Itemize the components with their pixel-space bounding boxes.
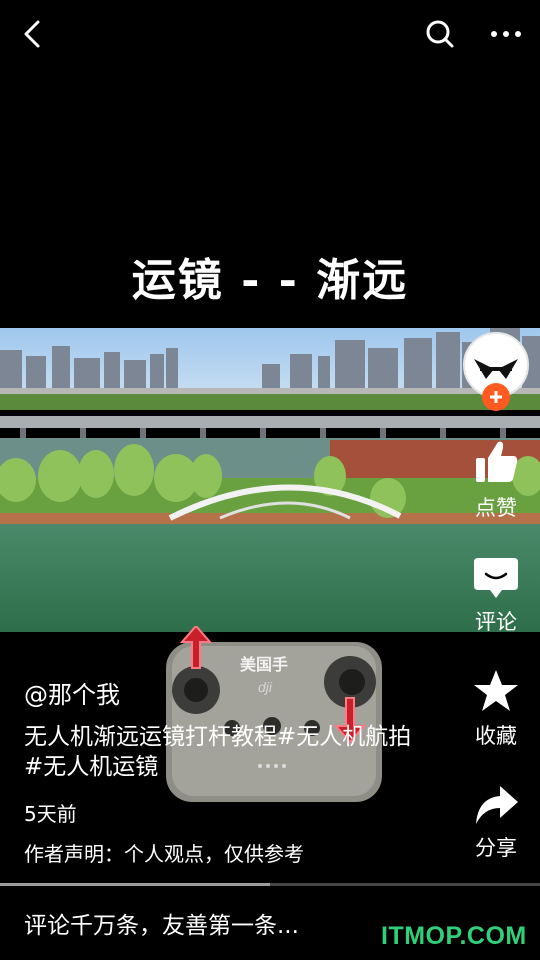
search-button[interactable] (420, 14, 460, 54)
author-avatar[interactable] (462, 331, 530, 417)
share-label: 分享 (475, 836, 517, 860)
comment-label: 评论 (475, 610, 517, 634)
video-title: 运镜 - - 渐远 (131, 255, 409, 306)
star-icon (474, 670, 518, 711)
collect-button[interactable]: 收藏 (462, 668, 530, 750)
like-button[interactable]: 点赞 (462, 438, 530, 522)
author-declaration: 作者声明：个人观点，仅供参考 (24, 842, 304, 866)
author-name[interactable]: @那个我 (24, 675, 120, 710)
video-progress-fill (0, 883, 270, 886)
remote-brand-text: 美国手 (240, 655, 288, 674)
comment-button[interactable]: 评论 (462, 556, 530, 636)
like-label: 点赞 (475, 496, 517, 520)
more-icon (491, 31, 521, 37)
back-button[interactable] (12, 14, 52, 54)
site-watermark: ITMOP.COM (381, 922, 527, 950)
search-icon (426, 20, 454, 48)
plus-icon (490, 391, 502, 403)
post-time: 5天前 (24, 802, 77, 826)
share-arrow-icon (476, 786, 518, 824)
video-progress-bar[interactable] (0, 883, 540, 886)
video-player[interactable] (0, 328, 540, 632)
comment-icon (474, 558, 518, 598)
post-description[interactable]: 无人机渐远运镜打杆教程#无人机航拍#无人机运镜 (24, 722, 424, 782)
thumbs-up-icon (476, 441, 518, 482)
more-button[interactable] (486, 14, 526, 54)
follow-button[interactable] (482, 383, 510, 411)
remote-logo-text: dji (258, 679, 273, 695)
share-button[interactable]: 分享 (462, 784, 530, 862)
video-scene (0, 328, 540, 632)
collect-label: 收藏 (475, 724, 517, 748)
comment-input[interactable]: 评论千万条，友善第一条... (24, 906, 299, 940)
back-arrow-icon (24, 20, 40, 48)
